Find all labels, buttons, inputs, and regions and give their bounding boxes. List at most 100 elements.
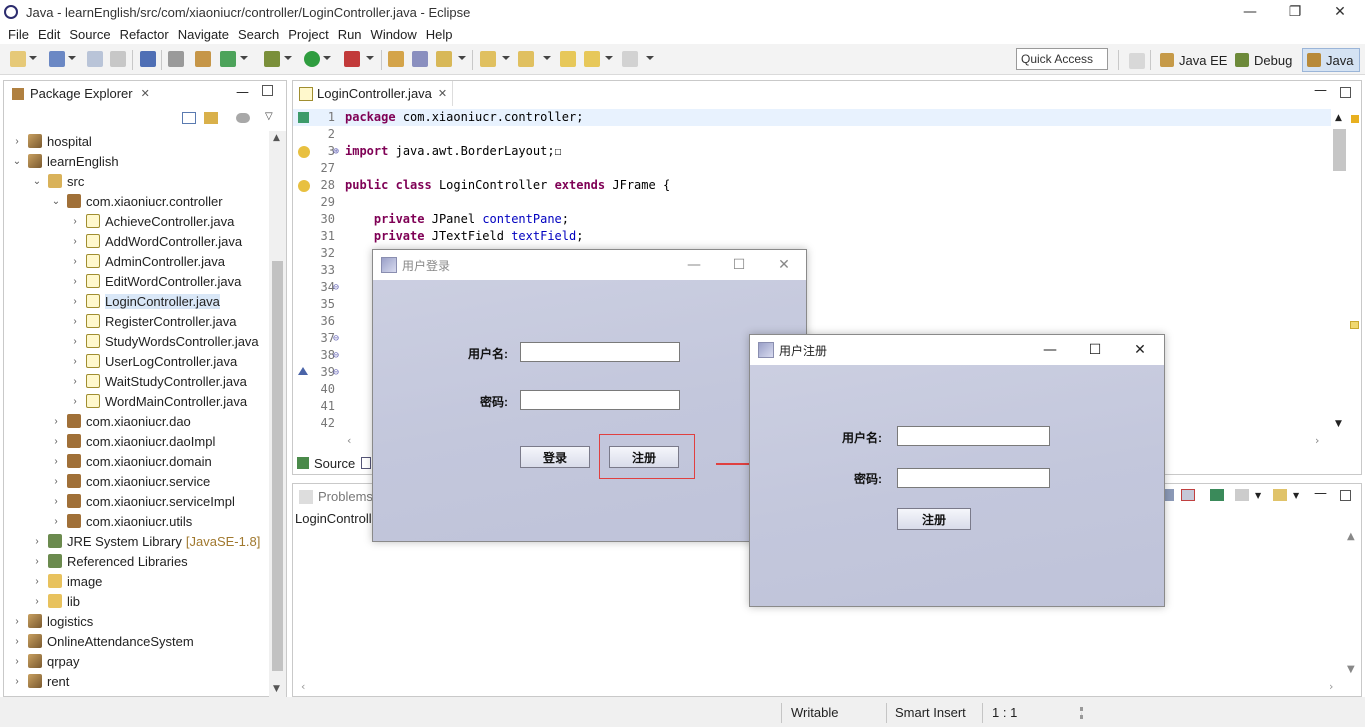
- collapse-fold-icon[interactable]: ⊖: [333, 364, 339, 381]
- minimize-button[interactable]: —: [1227, 0, 1273, 24]
- save-dropdown-icon[interactable]: [68, 56, 76, 60]
- forward-dropdown-icon[interactable]: [646, 56, 654, 60]
- login-button[interactable]: 登录: [520, 446, 590, 468]
- run-dropdown-icon[interactable]: [323, 56, 331, 60]
- collapsed-arrow-icon[interactable]: ›: [51, 416, 61, 427]
- close-icon[interactable]: ✕: [438, 87, 447, 100]
- collapsed-arrow-icon[interactable]: ›: [12, 136, 22, 147]
- tree-item[interactable]: › lib: [32, 591, 80, 611]
- link-with-editor-icon[interactable]: [204, 112, 218, 124]
- package-explorer-scrollbar[interactable]: ▲ ▼: [269, 131, 286, 697]
- debug-dropdown-icon[interactable]: [284, 56, 292, 60]
- menu-project[interactable]: Project: [288, 27, 328, 42]
- collapsed-arrow-icon[interactable]: ›: [70, 216, 80, 227]
- collapsed-arrow-icon[interactable]: ›: [32, 556, 42, 567]
- view-menu-icon[interactable]: ▽: [265, 111, 273, 122]
- expanded-arrow-icon[interactable]: ⌄: [32, 176, 42, 187]
- collapsed-arrow-icon[interactable]: ›: [12, 616, 22, 627]
- perspective-debug[interactable]: Debug: [1235, 48, 1292, 72]
- collapsed-arrow-icon[interactable]: ›: [70, 256, 80, 267]
- save-all-icon[interactable]: [87, 51, 103, 67]
- pen-dropdown-icon[interactable]: [458, 56, 466, 60]
- collapsed-arrow-icon[interactable]: ›: [51, 516, 61, 527]
- override-icon[interactable]: [298, 367, 308, 375]
- code-line[interactable]: 3 ⊕ import java.awt.BorderLayout;☐: [293, 143, 1331, 160]
- design-icon[interactable]: [361, 457, 372, 469]
- collapsed-arrow-icon[interactable]: ›: [51, 496, 61, 507]
- debug-icon[interactable]: [264, 51, 280, 67]
- new-dropdown-icon[interactable]: [29, 56, 37, 60]
- tree-item[interactable]: › AchieveController.java: [70, 211, 234, 231]
- minimize-editor-icon[interactable]: —: [1314, 83, 1327, 98]
- tree-item[interactable]: › hospital: [12, 131, 91, 151]
- problems-tab[interactable]: Problems: [293, 484, 373, 509]
- tree-item[interactable]: › com.xiaoniucr.service: [51, 471, 210, 491]
- tree-item[interactable]: › LoginController.java: [70, 291, 220, 311]
- menu-edit[interactable]: Edit: [38, 27, 60, 42]
- open-console-icon[interactable]: [1210, 489, 1224, 501]
- collapsed-arrow-icon[interactable]: ›: [32, 596, 42, 607]
- tree-item[interactable]: › WaitStudyController.java: [70, 371, 247, 391]
- collapsed-arrow-icon[interactable]: ›: [12, 676, 22, 687]
- close-button[interactable]: ✕: [1317, 0, 1363, 24]
- editor-vertical-scrollbar[interactable]: ▲ ▼: [1331, 109, 1348, 434]
- problems-vertical-scrollbar[interactable]: ▲ ▼: [1343, 529, 1360, 694]
- code-line[interactable]: 2: [293, 126, 1331, 143]
- login-close-button[interactable]: ✕: [761, 250, 807, 280]
- next-annotation-dropdown-icon[interactable]: [502, 56, 510, 60]
- warning-icon[interactable]: [298, 180, 310, 192]
- expanded-arrow-icon[interactable]: ⌄: [51, 196, 61, 207]
- menu-file[interactable]: File: [8, 27, 29, 42]
- refresh-icon[interactable]: [220, 51, 236, 67]
- register-username-input[interactable]: [897, 426, 1050, 446]
- last-edit-icon[interactable]: [560, 51, 576, 67]
- collapsed-arrow-icon[interactable]: ›: [32, 536, 42, 547]
- back-icon[interactable]: [584, 51, 600, 67]
- menu-source[interactable]: Source: [69, 27, 110, 42]
- new-console-dropdown-icon[interactable]: ▼: [1293, 491, 1299, 500]
- collapsed-arrow-icon[interactable]: ›: [70, 276, 80, 287]
- code-line[interactable]: 1 package com.xiaoniucr.controller;: [293, 109, 1331, 126]
- external-tools-icon[interactable]: [344, 51, 360, 67]
- tree-item[interactable]: ⌄ src: [32, 171, 85, 191]
- menu-refactor[interactable]: Refactor: [120, 27, 169, 42]
- skip-breakpoints-icon[interactable]: [168, 51, 184, 67]
- forward-icon[interactable]: [622, 51, 638, 67]
- register-minimize-button[interactable]: —: [1027, 335, 1073, 365]
- overview-ruler[interactable]: [1348, 109, 1361, 434]
- maximize-problems-icon[interactable]: [1340, 490, 1351, 501]
- collapsed-arrow-icon[interactable]: ›: [70, 336, 80, 347]
- new-console-icon[interactable]: [1273, 489, 1287, 501]
- collapsed-arrow-icon[interactable]: ›: [70, 316, 80, 327]
- collapsed-arrow-icon[interactable]: ›: [12, 656, 22, 667]
- package-explorer-tab[interactable]: Package Explorer ✕: [4, 81, 154, 106]
- tree-item[interactable]: › Referenced Libraries: [32, 551, 187, 571]
- open-type-icon[interactable]: [388, 51, 404, 67]
- collapse-fold-icon[interactable]: ⊖: [333, 347, 339, 364]
- code-line[interactable]: 31 private JTextField textField;: [293, 228, 1331, 245]
- collapsed-arrow-icon[interactable]: ›: [51, 476, 61, 487]
- perspective-java[interactable]: Java: [1302, 48, 1361, 72]
- collapse-all-icon[interactable]: [182, 112, 196, 124]
- warning-icon[interactable]: [298, 146, 310, 158]
- tree-item[interactable]: ⌄ com.xiaoniucr.controller: [51, 191, 223, 211]
- menu-help[interactable]: Help: [426, 27, 453, 42]
- collapse-fold-icon[interactable]: ⊖: [333, 279, 339, 296]
- menu-navigate[interactable]: Navigate: [178, 27, 229, 42]
- display-console-icon[interactable]: [1235, 489, 1249, 501]
- terminal-icon[interactable]: [140, 51, 156, 67]
- tree-item[interactable]: › com.xiaoniucr.daoImpl: [51, 431, 215, 451]
- filters-icon[interactable]: [236, 113, 250, 123]
- collapsed-arrow-icon[interactable]: ›: [70, 236, 80, 247]
- tree-item[interactable]: › image: [32, 571, 102, 591]
- tree-item[interactable]: › rent: [12, 671, 69, 691]
- collapsed-arrow-icon[interactable]: ›: [70, 296, 80, 307]
- restore-button[interactable]: ❐: [1272, 0, 1318, 24]
- close-icon[interactable]: ✕: [141, 87, 150, 100]
- tree-item[interactable]: › com.xiaoniucr.utils: [51, 511, 192, 531]
- collapsed-arrow-icon[interactable]: ›: [51, 436, 61, 447]
- back-dropdown-icon[interactable]: [605, 56, 613, 60]
- problems-horizontal-scrollbar[interactable]: ‹ ›: [297, 680, 1343, 697]
- tree-item[interactable]: › com.xiaoniucr.serviceImpl: [51, 491, 235, 511]
- editor-tab-login-controller[interactable]: LoginController.java ✕: [293, 81, 453, 106]
